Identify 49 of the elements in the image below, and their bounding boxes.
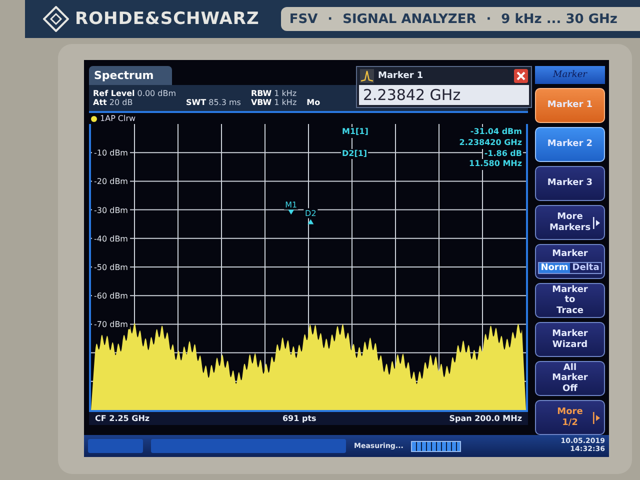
spectrum-tab[interactable]: Spectrum [89, 66, 172, 85]
softkey-button[interactable]: Marker to Trace [535, 283, 605, 318]
diamond-logo-icon [43, 6, 69, 32]
marker-readout-value: -1.86 dB [483, 148, 523, 160]
close-icon[interactable] [514, 69, 528, 83]
toggle-option[interactable]: Delta [570, 262, 602, 273]
sweep-points: 691 pts [282, 414, 316, 423]
dialog-title: Marker 1 [378, 71, 424, 81]
axis-label: -50 dBm [94, 263, 128, 272]
trace-dot-icon [91, 116, 97, 122]
axis-label: -30 dBm [94, 206, 128, 215]
submenu-arrow-icon [593, 412, 600, 424]
softkey-button[interactable]: All Marker Off [535, 361, 605, 396]
setting-text: VBW 1 kHz [250, 98, 297, 107]
marker-readout-value: -31.04 dBm [469, 127, 523, 138]
menu-title: Marker [535, 66, 605, 84]
softkey-button[interactable]: More 1/2 [535, 400, 605, 435]
marker-readout-name: M1[1] [341, 127, 370, 138]
softkey-button[interactable]: Marker 3 [535, 166, 605, 201]
setting-text: SWT 85.3 ms [186, 98, 241, 107]
marker-readout-value: 11.580 MHz [468, 159, 523, 170]
trace-label: 1AP Clrw [100, 114, 136, 123]
axis-label: -40 dBm [94, 234, 128, 244]
center-frequency: CF 2.25 GHz [95, 414, 150, 423]
marker-readout-name: D2[1] [341, 148, 368, 160]
marker-readout-value: 2.238420 GHz [458, 138, 523, 149]
setting-text: Att 20 dB [93, 98, 134, 107]
axis-label: -70 dBm [94, 320, 128, 330]
marker-flag[interactable]: D2 [305, 209, 316, 224]
setting-text: Mo [306, 98, 322, 107]
span-value: Span 200.0 MHz [449, 414, 522, 423]
model-plate: FSV · SIGNAL ANALYZER · 9 kHz ... 30 GHz [281, 7, 640, 31]
axis-label: -10 dBm [94, 148, 128, 158]
brand-name: ROHDE&SCHWARZ [75, 9, 260, 29]
softkey-button[interactable]: More Markers [535, 205, 605, 240]
axis-label: -60 dBm [94, 292, 128, 301]
setting-text: RBW 1 kHz [250, 89, 297, 98]
marker-flag[interactable]: M1 [285, 200, 298, 215]
peak-icon [360, 69, 374, 83]
setting-text: Ref Level 0.00 dBm [93, 89, 176, 98]
softkey-button[interactable]: Marker 2 [535, 127, 605, 162]
softkey-button[interactable]: Marker Norm Delta [535, 244, 605, 279]
frequency-input[interactable]: 2.23842 GHz [359, 85, 529, 105]
status-field [88, 439, 143, 453]
progress-bar [411, 440, 462, 452]
submenu-arrow-icon [593, 216, 600, 228]
axis-label: -20 dBm [94, 177, 128, 186]
softkey-button[interactable]: Marker Wizard [535, 322, 605, 357]
toggle-option[interactable]: Norm [538, 262, 570, 273]
